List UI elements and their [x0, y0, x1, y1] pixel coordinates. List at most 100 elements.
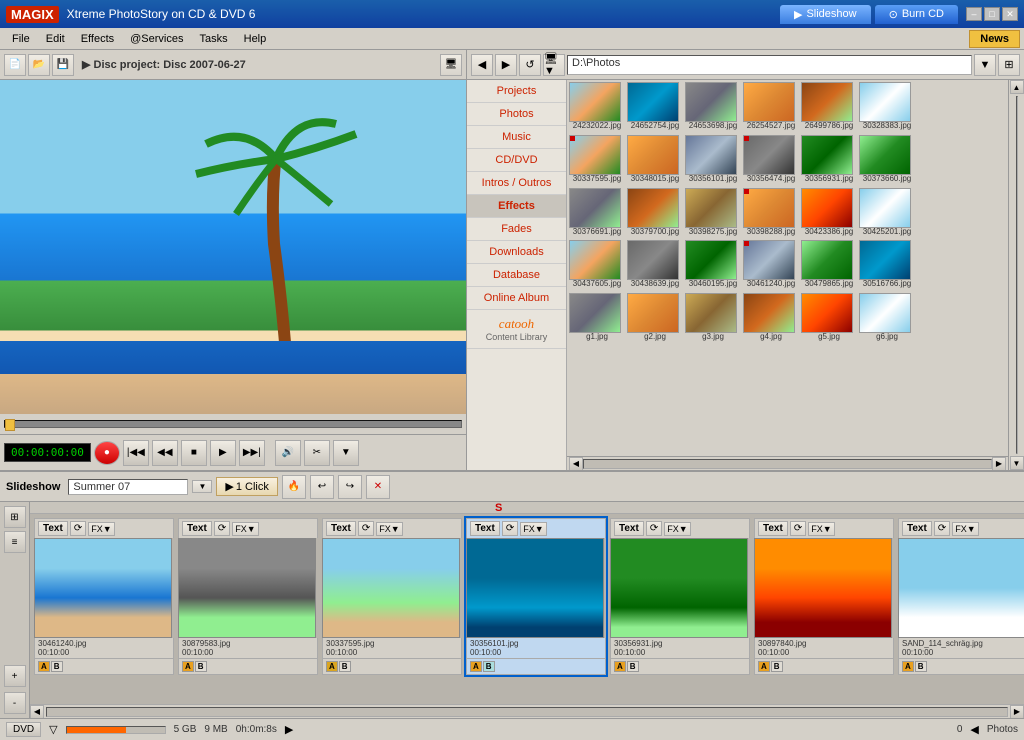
a-button[interactable]: A	[182, 661, 194, 672]
a-button[interactable]: A	[470, 661, 482, 672]
rotate-button[interactable]: ⟳	[934, 521, 950, 536]
list-item[interactable]: 24653698.jpg	[685, 82, 741, 131]
list-item[interactable]: 30516766.jpg	[859, 240, 915, 289]
list-item[interactable]: 26499786.jpg	[801, 82, 857, 131]
monitor-button[interactable]: 🖥	[440, 54, 462, 76]
list-item[interactable]: 30398288.jpg	[743, 188, 799, 237]
list-item[interactable]: 30379700.jpg	[627, 188, 683, 237]
timeline-h-scrollbar[interactable]: ◀ ▶	[30, 704, 1024, 718]
menu-edit[interactable]: Edit	[38, 31, 73, 47]
text-button[interactable]: Text	[902, 521, 932, 536]
list-item[interactable]: g2.jpg	[627, 293, 683, 342]
scissors-button[interactable]: ✂	[304, 440, 330, 466]
scroll-left-button[interactable]: ◀	[569, 457, 583, 471]
photo-scroll[interactable]: 24232022.jpg 24652754.jpg 24653698.jpg	[567, 80, 1008, 456]
zoom-out-icon[interactable]: -	[4, 692, 26, 714]
list-item[interactable]: 26254527.jpg	[743, 82, 799, 131]
rotate-button[interactable]: ⟳	[70, 521, 86, 536]
save-button[interactable]: 💾	[52, 54, 74, 76]
cat-fades[interactable]: Fades	[467, 218, 566, 241]
b-button[interactable]: B	[339, 661, 351, 672]
skip-start-button[interactable]: |◀◀	[123, 440, 149, 466]
scroll-up-button[interactable]: ▲	[1010, 80, 1024, 94]
a-button[interactable]: A	[326, 661, 338, 672]
list-item[interactable]: g4.jpg	[743, 293, 799, 342]
record-button[interactable]: ●	[94, 441, 120, 465]
b-button[interactable]: B	[51, 661, 63, 672]
progress-bar-area[interactable]	[0, 414, 466, 434]
slideshow-dropdown-button[interactable]: ▼	[192, 480, 212, 493]
b-button[interactable]: B	[483, 661, 495, 672]
rotate-button[interactable]: ⟳	[214, 521, 230, 536]
list-item[interactable]: 30348015.jpg	[627, 135, 683, 184]
b-button[interactable]: B	[195, 661, 207, 672]
cat-database[interactable]: Database	[467, 264, 566, 287]
maximize-button[interactable]: □	[984, 7, 1000, 21]
list-item[interactable]: 30438639.jpg	[627, 240, 683, 289]
list-item[interactable]: 30373660.jpg	[859, 135, 915, 184]
menu-tasks[interactable]: Tasks	[192, 31, 236, 47]
list-item[interactable]: 30461240.jpg	[743, 240, 799, 289]
tl-scroll-track[interactable]	[46, 707, 1008, 717]
table-row[interactable]: Text ⟳ FX▼ SAND_114_schräg.jpg 00:10:00 …	[898, 518, 1024, 675]
monitor-select-button[interactable]: 🖥▼	[543, 54, 565, 76]
progress-thumb[interactable]	[5, 419, 15, 431]
b-button[interactable]: B	[915, 661, 927, 672]
scroll-down-button[interactable]: ▼	[1010, 456, 1024, 470]
a-button[interactable]: A	[902, 661, 914, 672]
table-row[interactable]: Text ⟳ FX▼ 30879583.jpg 00:10:00 A	[178, 518, 318, 675]
undo-button[interactable]: ↩	[310, 475, 334, 499]
list-item[interactable]: 24652754.jpg	[627, 82, 683, 131]
tl-scroll-left-button[interactable]: ◀	[30, 705, 44, 719]
list-item[interactable]: g5.jpg	[801, 293, 857, 342]
progress-track[interactable]	[4, 420, 462, 428]
list-item[interactable]: 30479865.jpg	[801, 240, 857, 289]
burn-slide-button[interactable]: 🔥	[282, 475, 306, 499]
table-row[interactable]: Text ⟳ FX▼ 30356931.jpg 00:10:00 A	[610, 518, 750, 675]
scroll-track[interactable]	[583, 459, 992, 469]
list-item[interactable]: 24232022.jpg	[569, 82, 625, 131]
cat-music[interactable]: Music	[467, 126, 566, 149]
slide-track[interactable]: Text ⟳ FX▼ 30461240.jpg 00:10:00 A	[30, 514, 1024, 704]
list-item[interactable]: 30337595.jpg	[569, 135, 625, 184]
table-row[interactable]: Text ⟳ FX▼ 30356101.jpg 00:10:00 A	[466, 518, 606, 675]
cat-projects[interactable]: Projects	[467, 80, 566, 103]
text-button[interactable]: Text	[182, 521, 212, 536]
stop-button[interactable]: ■	[181, 440, 207, 466]
open-button[interactable]: 📂	[28, 54, 50, 76]
text-button[interactable]: Text	[614, 521, 644, 536]
cat-intros[interactable]: Intros / Outros	[467, 172, 566, 195]
cat-online-album[interactable]: Online Album	[467, 287, 566, 310]
a-button[interactable]: A	[614, 661, 626, 672]
list-item[interactable]: 30437605.jpg	[569, 240, 625, 289]
list-item[interactable]: 30425201.jpg	[859, 188, 915, 237]
photo-v-scrollbar[interactable]: ▲ ▼	[1008, 80, 1024, 470]
list-item[interactable]: 30356474.jpg	[743, 135, 799, 184]
back-nav-button[interactable]: ◀	[471, 54, 493, 76]
path-dropdown-button[interactable]: ▼	[974, 54, 996, 76]
delete-slide-button[interactable]: ✕	[366, 475, 390, 499]
timeline-icon[interactable]: ≡	[4, 531, 26, 553]
one-click-button[interactable]: ▶ 1 Click	[216, 477, 277, 496]
text-button[interactable]: Text	[758, 521, 788, 536]
cat-downloads[interactable]: Downloads	[467, 241, 566, 264]
table-row[interactable]: Text ⟳ FX▼ 30337595.jpg 00:10:00 A	[322, 518, 462, 675]
tl-scroll-right-button[interactable]: ▶	[1010, 705, 1024, 719]
close-button[interactable]: ✕	[1002, 7, 1018, 21]
list-item[interactable]: 30376691.jpg	[569, 188, 625, 237]
tab-burncd[interactable]: ⊙ Burn CD	[875, 5, 958, 24]
text-button[interactable]: Text	[326, 521, 356, 536]
path-bar[interactable]: D:\Photos	[567, 55, 972, 75]
fx-button[interactable]: FX▼	[952, 522, 978, 536]
list-item[interactable]: 30398275.jpg	[685, 188, 741, 237]
volume-button[interactable]: 🔊	[275, 440, 301, 466]
menu-effects[interactable]: Effects	[73, 31, 122, 47]
menu-help[interactable]: Help	[236, 31, 275, 47]
play-button[interactable]: ▶	[210, 440, 236, 466]
rotate-button[interactable]: ⟳	[502, 521, 518, 536]
news-button[interactable]: News	[969, 30, 1020, 48]
zoom-in-icon[interactable]: +	[4, 665, 26, 687]
list-item[interactable]: g3.jpg	[685, 293, 741, 342]
list-item[interactable]: 30356101.jpg	[685, 135, 741, 184]
text-button[interactable]: Text	[38, 521, 68, 536]
